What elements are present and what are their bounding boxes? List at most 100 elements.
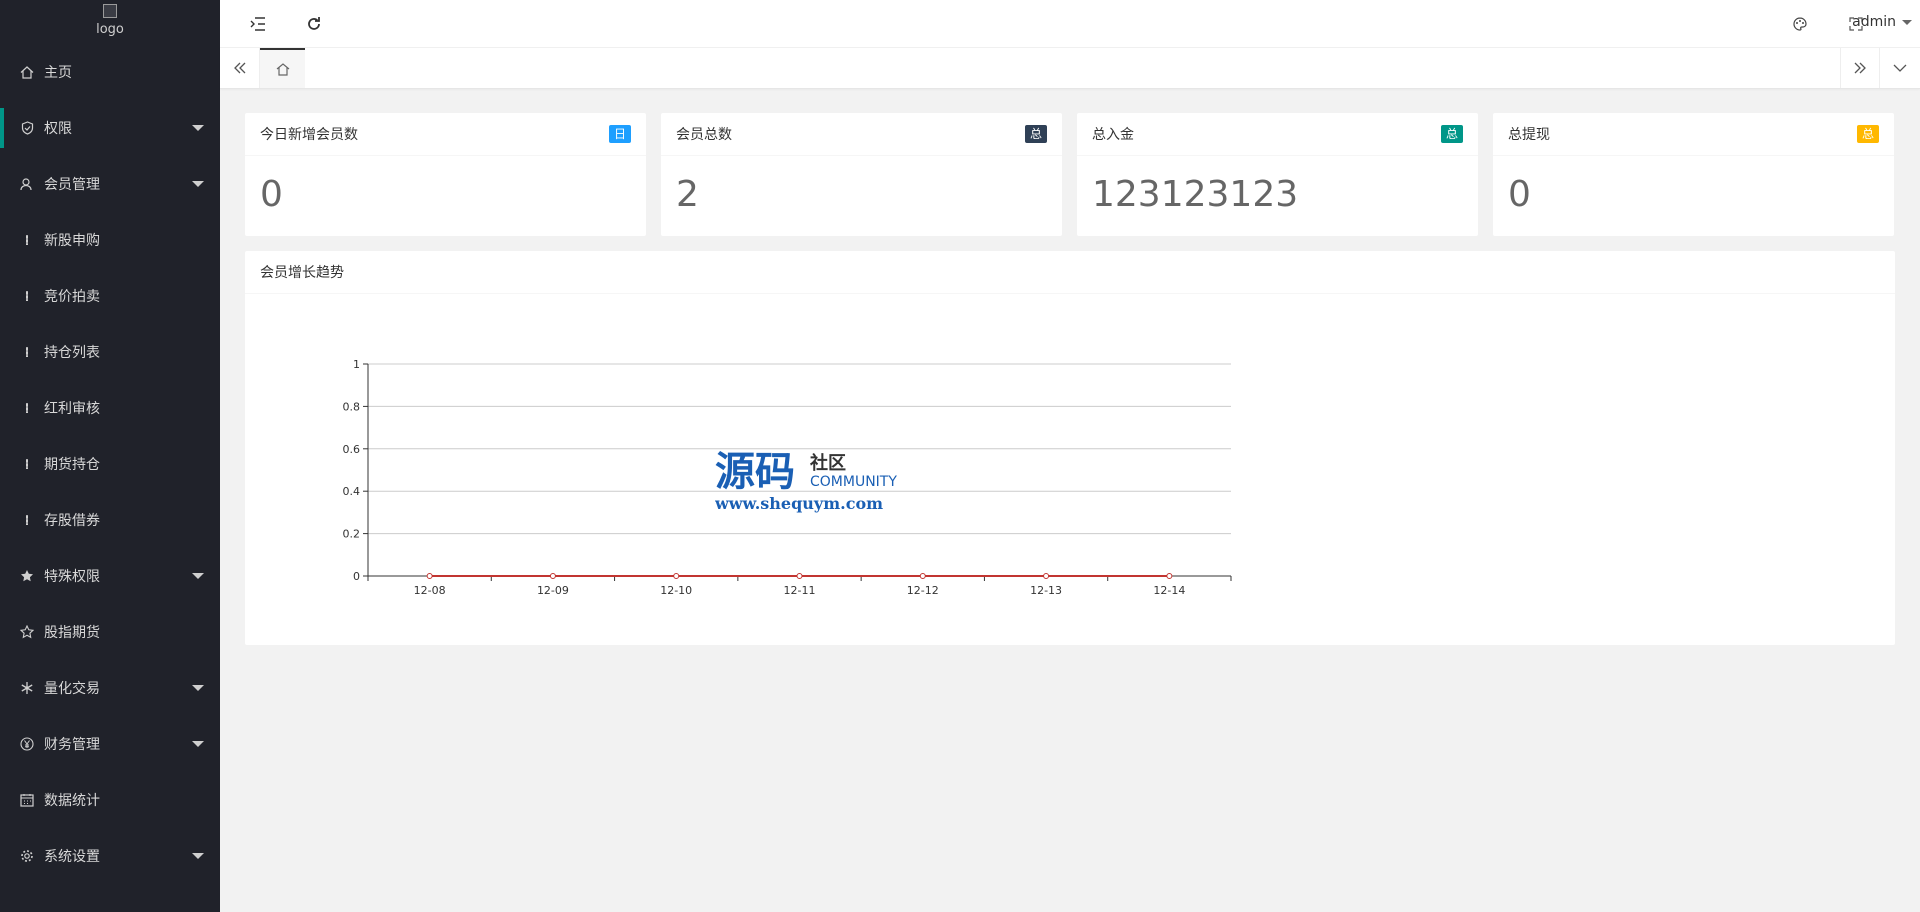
shield-check-icon [20,121,34,135]
card-badge: 总 [1024,125,1047,143]
x-tick-label: 12-08 [414,584,446,597]
sidebar-item-label: 存股借券 [44,513,100,529]
yen-icon [20,737,34,751]
data-point [1166,573,1173,579]
logo-image: logo [96,4,124,44]
sidebar-item-6[interactable]: 红利审核 [0,380,220,436]
sidebar-item-label: 股指期货 [44,625,100,641]
sidebar-item-0[interactable]: 主页 [0,44,220,100]
data-point [673,573,680,579]
sidebar-item-label: 会员管理 [44,177,100,193]
watermark-url: www.shequym.com [715,494,883,513]
sidebar-item-3[interactable]: 新股申购 [0,212,220,268]
card-badge: 日 [608,125,631,143]
member-growth-panel: 会员增长趋势 0 0.2 0.4 0.6 0.8 1 12-08 12-09 12-10 12-1… [245,251,1895,645]
sidebar-item-14[interactable]: 系统设置 [0,828,220,884]
sidebar-item-label: 持仓列表 [44,345,100,361]
tabs-dropdown-button[interactable] [1880,48,1920,88]
sidebar-item-10[interactable]: 股指期货 [0,604,220,660]
sidebar-item-label: 竞价拍卖 [44,289,100,305]
logo[interactable]: logo [0,0,220,44]
header: admin [220,0,1920,48]
y-tick-label: 0.4 [343,485,361,498]
snowflake-icon [20,681,34,695]
sidebar-item-12[interactable]: 财务管理 [0,716,220,772]
sidebar-item-label: 新股申购 [44,233,100,249]
card-badge: 总 [1440,125,1463,143]
user-menu[interactable]: admin [1852,14,1912,30]
chart-area: 0 0.2 0.4 0.6 0.8 1 12-08 12-09 12-10 12-11 12-12 1… [245,294,1895,646]
more-vertical-icon [20,345,34,359]
stat-card-new-members: 今日新增会员数 日 0 [245,113,646,236]
sidebar-item-label: 财务管理 [44,737,100,753]
card-title: 总提现 [1508,127,1550,143]
tabs-bar [220,48,1920,89]
more-vertical-icon [20,513,34,527]
sidebar-item-9[interactable]: 特殊权限 [0,548,220,604]
more-vertical-icon [20,289,34,303]
home-icon [276,63,289,76]
y-tick-label: 0.6 [343,443,361,456]
card-value: 0 [1508,174,1531,215]
refresh-icon[interactable] [302,12,326,36]
broken-image-icon [103,4,117,18]
user-icon [20,177,34,191]
star-icon [20,625,34,639]
x-tick-label: 12-11 [784,584,816,597]
sidebar-item-8[interactable]: 存股借券 [0,492,220,548]
x-tick-label: 12-13 [1030,584,1062,597]
user-name: admin [1852,14,1896,30]
sidebar-item-13[interactable]: 数据统计 [0,772,220,828]
sidebar-item-4[interactable]: 竞价拍卖 [0,268,220,324]
main-content: 今日新增会员数 日 0 会员总数 总 2 总入金 总 123123123 总提现… [245,113,1895,645]
card-value: 123123123 [1092,174,1299,215]
more-vertical-icon [20,457,34,471]
sidebar-menu: 主页权限会员管理新股申购竞价拍卖持仓列表红利审核期货持仓存股借券特殊权限股指期货… [0,44,220,884]
sidebar-item-label: 期货持仓 [44,457,100,473]
y-tick-label: 0.2 [343,528,361,541]
watermark-community: COMMUNITY [810,474,897,490]
tabs-scroll-left-button[interactable] [220,48,260,88]
sidebar-item-5[interactable]: 持仓列表 [0,324,220,380]
x-tick-label: 12-14 [1153,584,1185,597]
data-point [549,573,556,579]
star-filled-icon [20,569,34,583]
sidebar-item-11[interactable]: 量化交易 [0,660,220,716]
x-tick-label: 12-12 [907,584,939,597]
watermark: 源码 社区 COMMUNITY www.shequym.com [715,449,897,513]
y-tick-label: 0.8 [343,400,361,413]
more-vertical-icon [20,401,34,415]
caret-down-icon [192,125,204,131]
caret-down-icon [192,573,204,579]
tabs-scroll-right-button[interactable] [1840,48,1880,88]
sidebar-item-label: 特殊权限 [44,569,100,585]
sidebar-item-label: 红利审核 [44,401,100,417]
sidebar-item-label: 权限 [44,121,72,137]
data-point [919,573,926,579]
theme-palette-icon[interactable] [1788,12,1812,36]
data-point [426,573,433,579]
card-title: 今日新增会员数 [260,127,358,143]
sidebar-item-label: 量化交易 [44,681,100,697]
sidebar-item-label: 系统设置 [44,849,100,865]
sidebar-item-2[interactable]: 会员管理 [0,156,220,212]
home-icon [20,65,34,79]
logo-alt-text: logo [96,22,124,37]
card-value: 2 [676,174,699,215]
sidebar-item-label: 数据统计 [44,793,100,809]
sidebar-item-7[interactable]: 期货持仓 [0,436,220,492]
x-tick-label: 12-09 [537,584,569,597]
data-point [796,573,803,579]
sidebar-item-1[interactable]: 权限 [0,100,220,156]
stat-card-total-withdrawal: 总提现 总 0 [1493,113,1894,236]
watermark-brand: 源码 [715,449,795,495]
tab-home[interactable] [260,48,305,88]
caret-down-icon [192,181,204,187]
panel-title: 会员增长趋势 [260,265,344,281]
stat-cards: 今日新增会员数 日 0 会员总数 总 2 总入金 总 123123123 总提现… [245,113,1895,236]
gear-icon [20,849,34,863]
caret-down-icon [192,853,204,859]
menu-fold-icon[interactable] [246,12,270,36]
card-badge: 总 [1856,125,1879,143]
card-title: 会员总数 [676,127,732,143]
